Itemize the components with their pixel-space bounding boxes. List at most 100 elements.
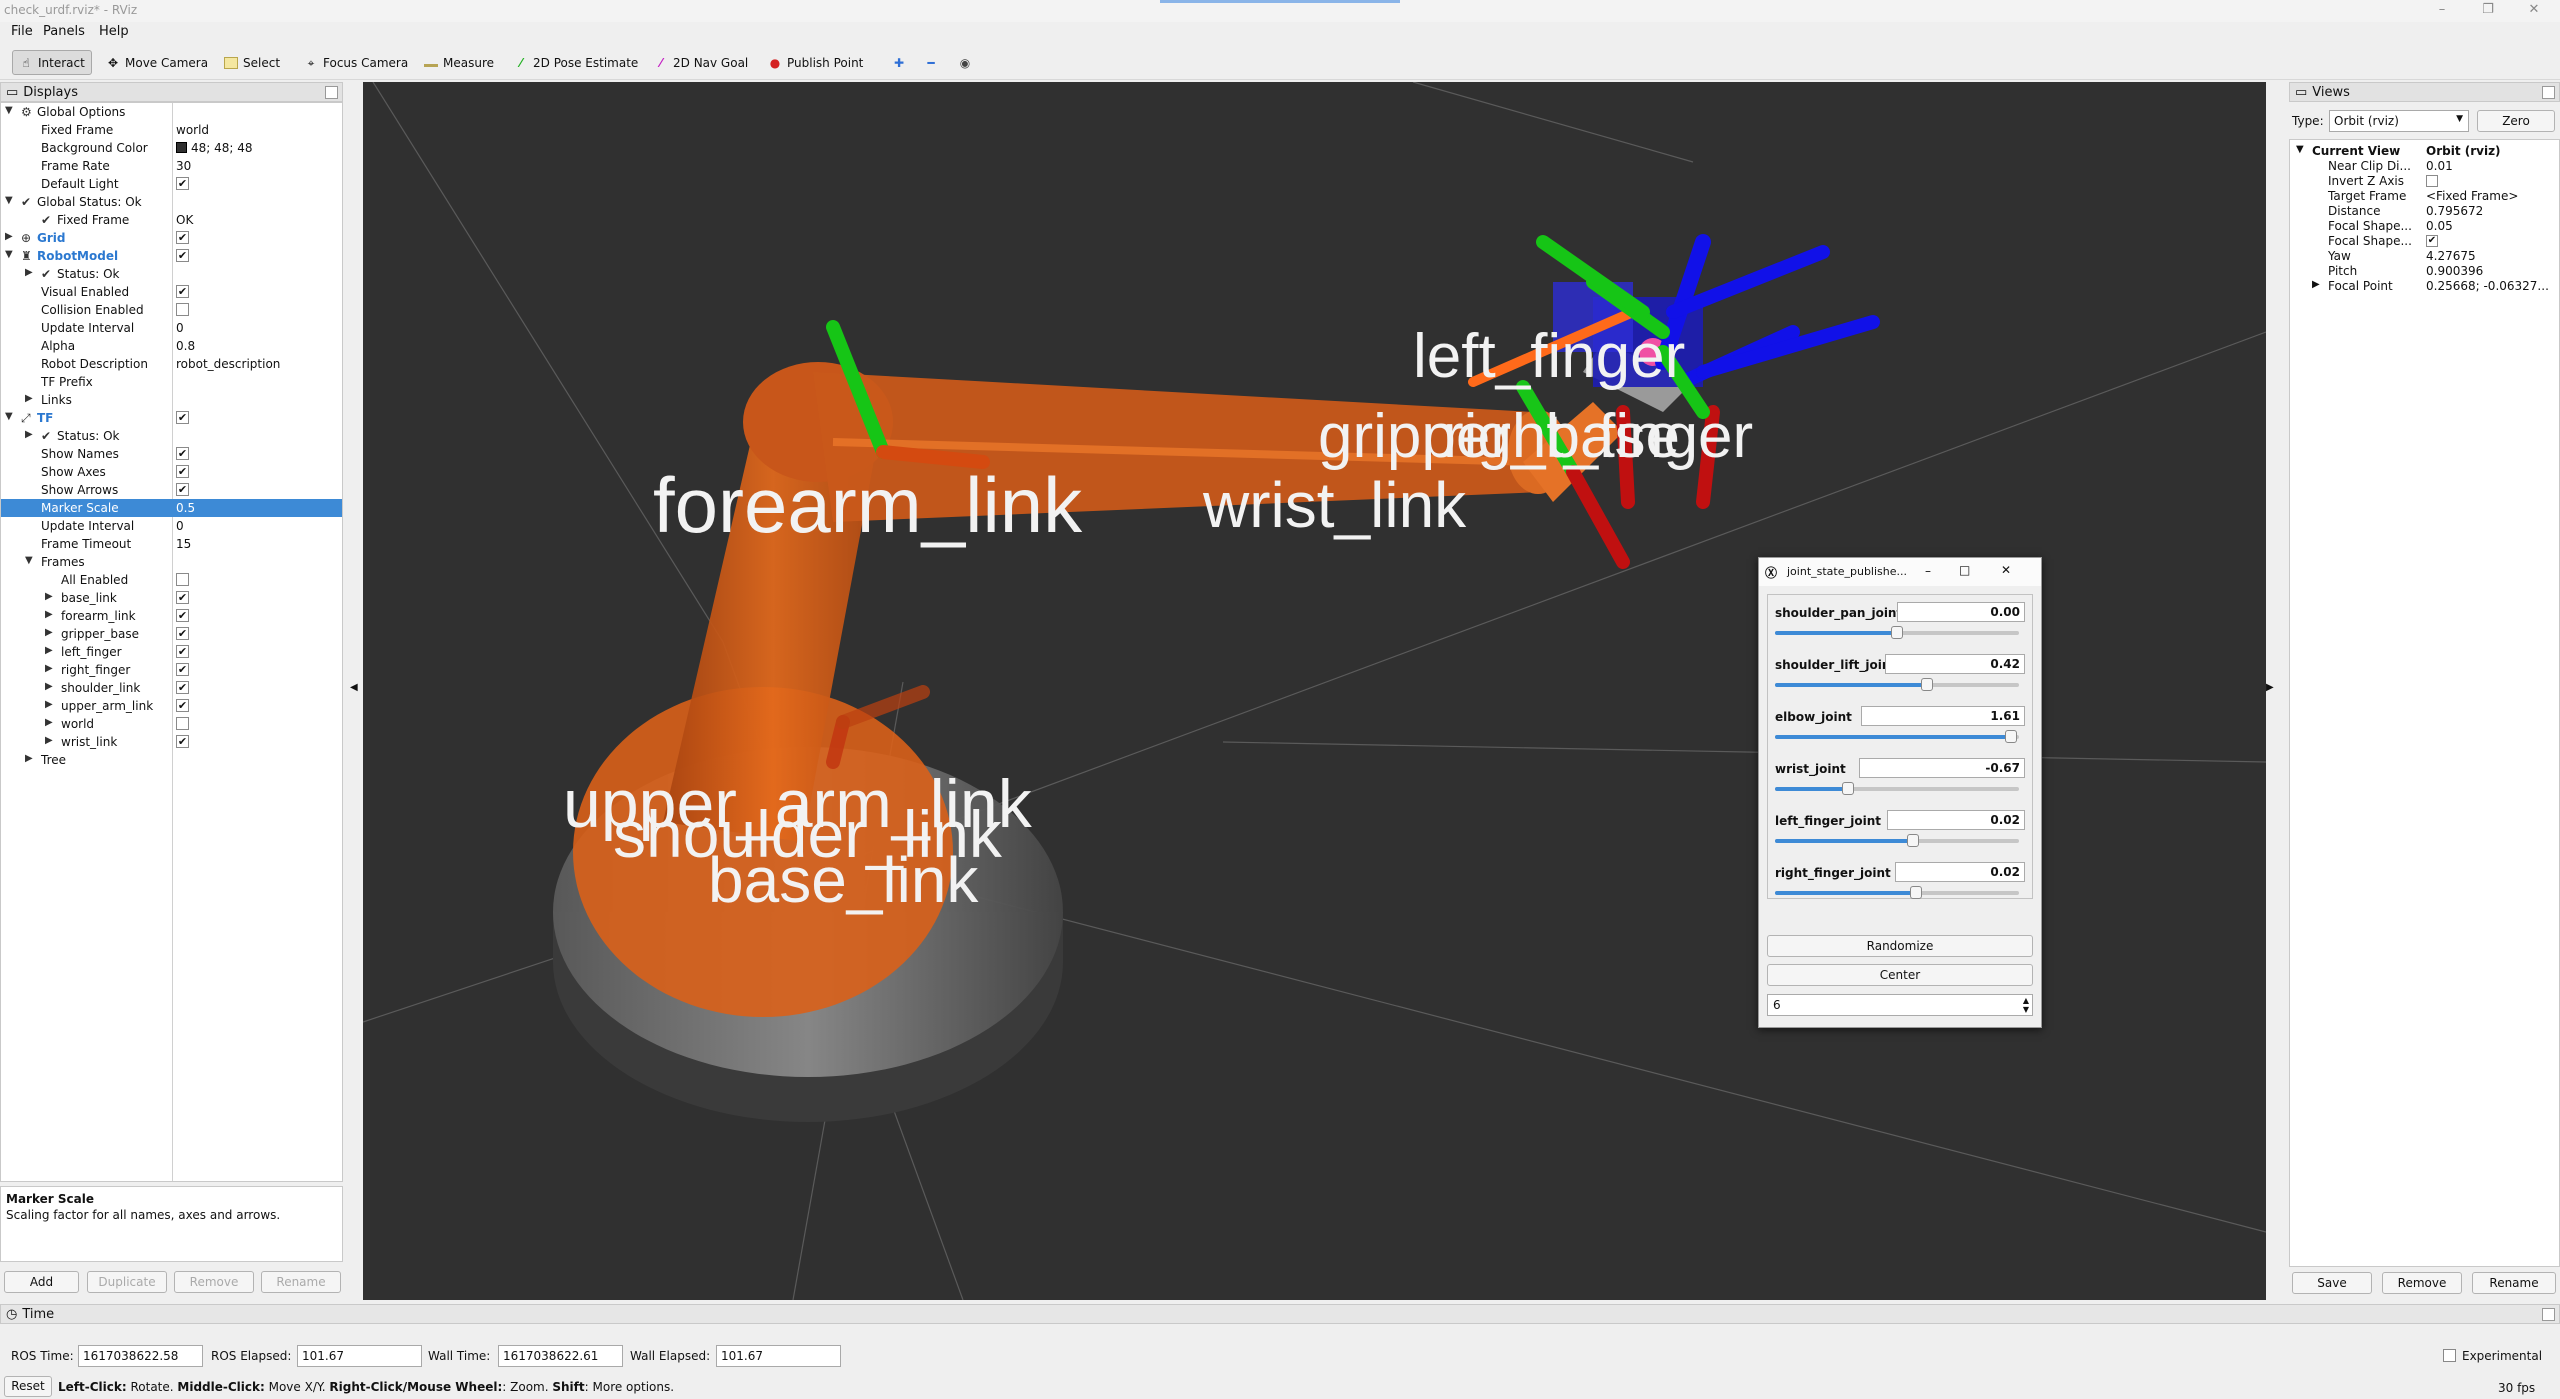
expand-arrow-icon[interactable]: ▶	[45, 699, 53, 710]
view-prop-focal-point[interactable]: ▶ Focal Point 0.25668; -0.06327...	[2290, 279, 2559, 294]
display-row-tf-status[interactable]: ▶ ✔ Status: Ok	[1, 427, 342, 445]
view-prop-checkbox[interactable]: ✔	[2426, 235, 2438, 247]
expand-arrow-icon[interactable]: ▶	[2312, 279, 2320, 290]
display-row-robot-model[interactable]: ▼ ♜ RobotModel ✔	[1, 247, 342, 265]
spin-arrows-icon[interactable]: ▲ ▼	[2023, 996, 2029, 1014]
jsp-minimize-icon[interactable]: –	[1925, 564, 1931, 578]
display-row-global-status-fixed-frame[interactable]: ✔ Fixed Frame OK	[1, 211, 342, 229]
expand-arrow-icon[interactable]: ▶	[45, 717, 53, 728]
publish-point-button[interactable]: ● Publish Point	[762, 50, 869, 75]
slider-handle[interactable]	[1842, 782, 1855, 795]
display-row-frame-base-link[interactable]: ▶ base_link ✔	[1, 589, 342, 607]
remove-tool-button[interactable]: ━	[918, 50, 944, 75]
views-undock-icon[interactable]	[2542, 86, 2555, 99]
display-value-cell[interactable]: 30	[176, 159, 191, 173]
views-tree[interactable]: ▼ Current View Orbit (rviz) Near Clip Di…	[2289, 139, 2560, 1267]
joint-slider[interactable]	[1775, 886, 2019, 899]
display-row-frame-world[interactable]: ▶ world	[1, 715, 342, 733]
expand-arrow-icon[interactable]: ▶	[5, 231, 13, 242]
display-row-frame-forearm-link[interactable]: ▶ forearm_link ✔	[1, 607, 342, 625]
display-row-collision-enabled[interactable]: Collision Enabled	[1, 301, 342, 319]
view-prop-pitch[interactable]: Pitch 0.900396	[2290, 264, 2559, 279]
expand-arrow-icon[interactable]: ▶	[25, 753, 33, 764]
duplicate-display-button[interactable]: Duplicate	[87, 1271, 167, 1293]
display-row-default-light[interactable]: Default Light ✔	[1, 175, 342, 193]
menu-file[interactable]: File	[11, 24, 33, 39]
display-row-global-options[interactable]: ▼ ⚙ Global Options	[1, 103, 342, 121]
expand-arrow-icon[interactable]: ▶	[45, 663, 53, 674]
expand-arrow-icon[interactable]: ▼	[5, 105, 13, 116]
display-row-frames[interactable]: ▼ Frames	[1, 553, 342, 571]
view-prop-near-clip[interactable]: Near Clip Di... 0.01	[2290, 159, 2559, 174]
display-row-robot-status[interactable]: ▶ ✔ Status: Ok	[1, 265, 342, 283]
display-checkbox[interactable]: ✔	[176, 699, 189, 712]
zero-button[interactable]: Zero	[2477, 110, 2555, 132]
display-value-cell[interactable]: 0	[176, 321, 184, 335]
joint-value-field[interactable]: 0.02	[1895, 862, 2025, 882]
select-button[interactable]: Select	[218, 50, 286, 75]
add-display-button[interactable]: Add	[4, 1271, 79, 1293]
slider-handle[interactable]	[1907, 834, 1920, 847]
view-prop-invert-z[interactable]: Invert Z Axis	[2290, 174, 2559, 189]
display-checkbox[interactable]: ✔	[176, 249, 189, 262]
menu-help[interactable]: Help	[99, 24, 129, 39]
experimental-checkbox[interactable]	[2443, 1349, 2456, 1362]
remove-view-button[interactable]: Remove	[2382, 1272, 2462, 1294]
display-row-background-color[interactable]: Background Color 48; 48; 48	[1, 139, 342, 157]
view-prop-distance[interactable]: Distance 0.795672	[2290, 204, 2559, 219]
minimize-icon[interactable]: –	[2432, 2, 2452, 17]
expand-arrow-icon[interactable]: ▶	[45, 591, 53, 602]
display-row-global-status[interactable]: ▼ ✔ Global Status: Ok	[1, 193, 342, 211]
remove-display-button[interactable]: Remove	[174, 1271, 254, 1293]
collapse-right-icon[interactable]: ▶	[2266, 682, 2274, 693]
slider-handle[interactable]	[1921, 678, 1934, 691]
joint-slider[interactable]	[1775, 782, 2019, 795]
expand-arrow-icon[interactable]: ▶	[45, 645, 53, 656]
display-row-links[interactable]: ▶ Links	[1, 391, 342, 409]
focus-camera-button[interactable]: ⌖ Focus Camera	[298, 50, 414, 75]
display-row-show-arrows[interactable]: Show Arrows ✔	[1, 481, 342, 499]
display-row-frame-timeout[interactable]: Frame Timeout 15	[1, 535, 342, 553]
display-checkbox[interactable]	[176, 717, 189, 730]
expand-arrow-icon[interactable]: ▶	[45, 735, 53, 746]
display-row-show-axes[interactable]: Show Axes ✔	[1, 463, 342, 481]
display-checkbox[interactable]: ✔	[176, 609, 189, 622]
current-view-row[interactable]: ▼ Current View Orbit (rviz)	[2290, 144, 2559, 159]
display-checkbox[interactable]: ✔	[176, 591, 189, 604]
joint-slider[interactable]	[1775, 834, 2019, 847]
display-checkbox[interactable]: ✔	[176, 411, 189, 424]
measure-button[interactable]: Measure	[418, 50, 500, 75]
display-checkbox[interactable]: ✔	[176, 285, 189, 298]
expand-arrow-icon[interactable]: ▼	[2296, 144, 2304, 155]
expand-arrow-icon[interactable]: ▶	[25, 267, 33, 278]
display-row-frame-upper-arm-link[interactable]: ▶ upper_arm_link ✔	[1, 697, 342, 715]
display-checkbox[interactable]: ✔	[176, 483, 189, 496]
left-splitter[interactable]: ◀	[346, 82, 362, 1300]
display-checkbox[interactable]	[176, 573, 189, 586]
interact-button[interactable]: ☝ Interact	[12, 50, 92, 75]
expand-arrow-icon[interactable]: ▼	[25, 555, 33, 566]
center-button[interactable]: Center	[1767, 964, 2033, 986]
expand-arrow-icon[interactable]: ▶	[45, 681, 53, 692]
display-row-tf-prefix[interactable]: TF Prefix	[1, 373, 342, 391]
rename-view-button[interactable]: Rename	[2472, 1272, 2556, 1294]
display-checkbox[interactable]: ✔	[176, 231, 189, 244]
display-value-cell[interactable]: 0.5	[176, 501, 195, 515]
wall-time-field[interactable]: 1617038622.61	[498, 1345, 623, 1367]
add-tool-button[interactable]: ✚	[886, 50, 912, 75]
view-prop-target-frame[interactable]: Target Frame <Fixed Frame>	[2290, 189, 2559, 204]
joint-value-field[interactable]: 0.42	[1885, 654, 2025, 674]
expand-arrow-icon[interactable]: ▶	[45, 627, 53, 638]
slider-handle[interactable]	[1909, 886, 1922, 899]
view-prop-checkbox[interactable]	[2426, 175, 2438, 187]
joint-value-field[interactable]: -0.67	[1859, 758, 2025, 778]
view-prop-yaw[interactable]: Yaw 4.27675	[2290, 249, 2559, 264]
display-value-cell[interactable]: 48; 48; 48	[176, 141, 253, 155]
joint-slider[interactable]	[1775, 730, 2019, 743]
display-row-fixed-frame[interactable]: Fixed Frame world	[1, 121, 342, 139]
display-value-cell[interactable]: 0.8	[176, 339, 195, 353]
display-row-frame-gripper-base[interactable]: ▶ gripper_base ✔	[1, 625, 342, 643]
joint-value-field[interactable]: 0.00	[1897, 602, 2025, 622]
panel-undock-icon[interactable]	[325, 86, 338, 99]
display-row-visual-enabled[interactable]: Visual Enabled ✔	[1, 283, 342, 301]
